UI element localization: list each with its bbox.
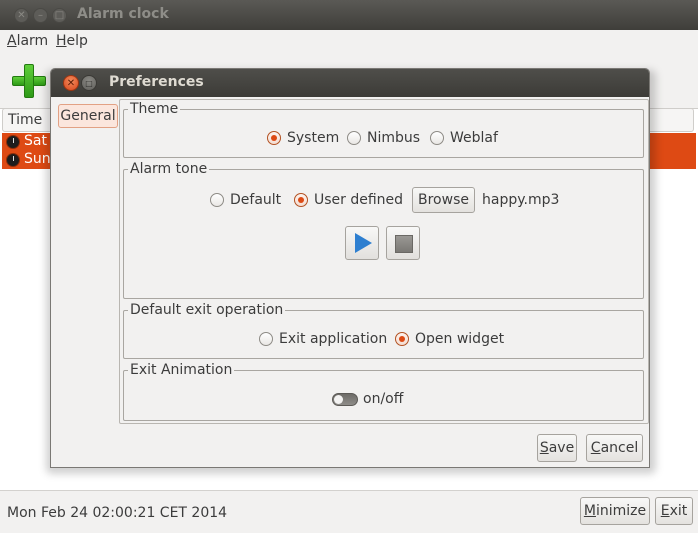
alarm-tone-group: Alarm tone Default User defined Browse h…	[123, 160, 644, 299]
alarm-tone-legend: Alarm tone	[128, 160, 210, 178]
exit-application-radio[interactable]: Exit application	[259, 331, 387, 347]
cancel-label: ancel	[600, 440, 639, 456]
stop-icon	[395, 235, 413, 253]
radio-unchecked-icon	[210, 193, 224, 207]
menu-alarm-label: larm	[16, 33, 49, 49]
save-button[interactable]: Save	[537, 434, 577, 462]
minimize-label: inimize	[595, 503, 647, 519]
exit-operation-legend: Default exit operation	[128, 301, 286, 319]
radio-unchecked-icon	[259, 332, 273, 346]
theme-option-label: Nimbus	[367, 130, 421, 146]
menu-help-label: elp	[66, 33, 88, 49]
row-label: Sat	[24, 133, 47, 149]
clock-icon	[6, 153, 20, 167]
tone-file-name: happy.mp3	[482, 192, 560, 208]
exit-label: xit	[669, 503, 688, 519]
theme-weblaf-radio[interactable]: Weblaf	[430, 130, 498, 146]
menubar	[0, 30, 698, 54]
main-maximize-icon[interactable]: □	[52, 8, 67, 23]
radio-unchecked-icon	[430, 131, 444, 145]
theme-system-radio[interactable]: System	[267, 130, 339, 146]
tone-option-label: User defined	[314, 192, 404, 208]
browse-button[interactable]: Browse	[412, 187, 475, 213]
tab-general[interactable]: General	[58, 104, 118, 128]
general-panel: Theme System Nimbus Weblaf Alarm tone De…	[119, 99, 649, 424]
main-close-icon[interactable]: ✕	[14, 8, 29, 23]
theme-nimbus-radio[interactable]: Nimbus	[347, 130, 420, 146]
radio-checked-icon	[294, 193, 308, 207]
menu-help-mnemonic: H	[56, 33, 67, 49]
menu-alarm-mnemonic: A	[7, 33, 17, 49]
dialog-title: Preferences	[109, 74, 204, 90]
theme-option-label: Weblaf	[450, 130, 498, 146]
play-button[interactable]	[345, 226, 379, 260]
cancel-mnemonic: C	[590, 440, 601, 456]
cancel-button[interactable]: Cancel	[586, 434, 643, 462]
theme-legend: Theme	[128, 100, 181, 118]
save-mnemonic: S	[539, 440, 549, 456]
minimize-mnemonic: M	[583, 503, 596, 519]
exit-option-label: Exit application	[279, 331, 388, 347]
exit-animation-group: Exit Animation on/off	[123, 361, 644, 421]
minimize-button[interactable]: Minimize	[580, 497, 650, 525]
save-label: ave	[548, 440, 575, 456]
theme-option-label: System	[287, 130, 340, 146]
exit-button[interactable]: Exit	[655, 497, 693, 525]
dialog-close-icon[interactable]: ✕	[63, 75, 79, 91]
radio-unchecked-icon	[347, 131, 361, 145]
clock-icon	[6, 135, 20, 149]
dialog-maximize-icon[interactable]: □	[81, 75, 97, 91]
play-icon	[355, 233, 372, 253]
open-widget-radio[interactable]: Open widget	[395, 331, 504, 347]
stop-button[interactable]	[386, 226, 420, 260]
tone-option-label: Default	[230, 192, 282, 208]
tab-strip	[51, 97, 121, 467]
menu-help[interactable]: Help	[56, 33, 88, 49]
exit-operation-group: Default exit operation Exit application …	[123, 301, 644, 359]
radio-checked-icon	[267, 131, 281, 145]
exit-option-label: Open widget	[415, 331, 505, 347]
preferences-dialog: ✕ □ Preferences General Theme System Nim…	[50, 68, 650, 468]
toggle-label: on/off	[363, 391, 404, 407]
tone-default-radio[interactable]: Default	[210, 192, 281, 208]
exit-mnemonic: E	[660, 503, 670, 519]
add-alarm-icon[interactable]	[12, 64, 46, 98]
main-minimize-icon[interactable]: –	[33, 8, 48, 23]
menu-alarm[interactable]: Alarm	[7, 33, 48, 49]
status-datetime: Mon Feb 24 02:00:21 CET 2014	[7, 505, 228, 521]
theme-group: Theme System Nimbus Weblaf	[123, 100, 644, 158]
tone-user-defined-radio[interactable]: User defined	[294, 192, 403, 208]
radio-checked-icon	[395, 332, 409, 346]
exit-animation-legend: Exit Animation	[128, 361, 235, 379]
column-header-label: Time	[8, 112, 43, 128]
toggle-switch-icon[interactable]	[332, 393, 358, 406]
window-title: Alarm clock	[77, 6, 169, 22]
